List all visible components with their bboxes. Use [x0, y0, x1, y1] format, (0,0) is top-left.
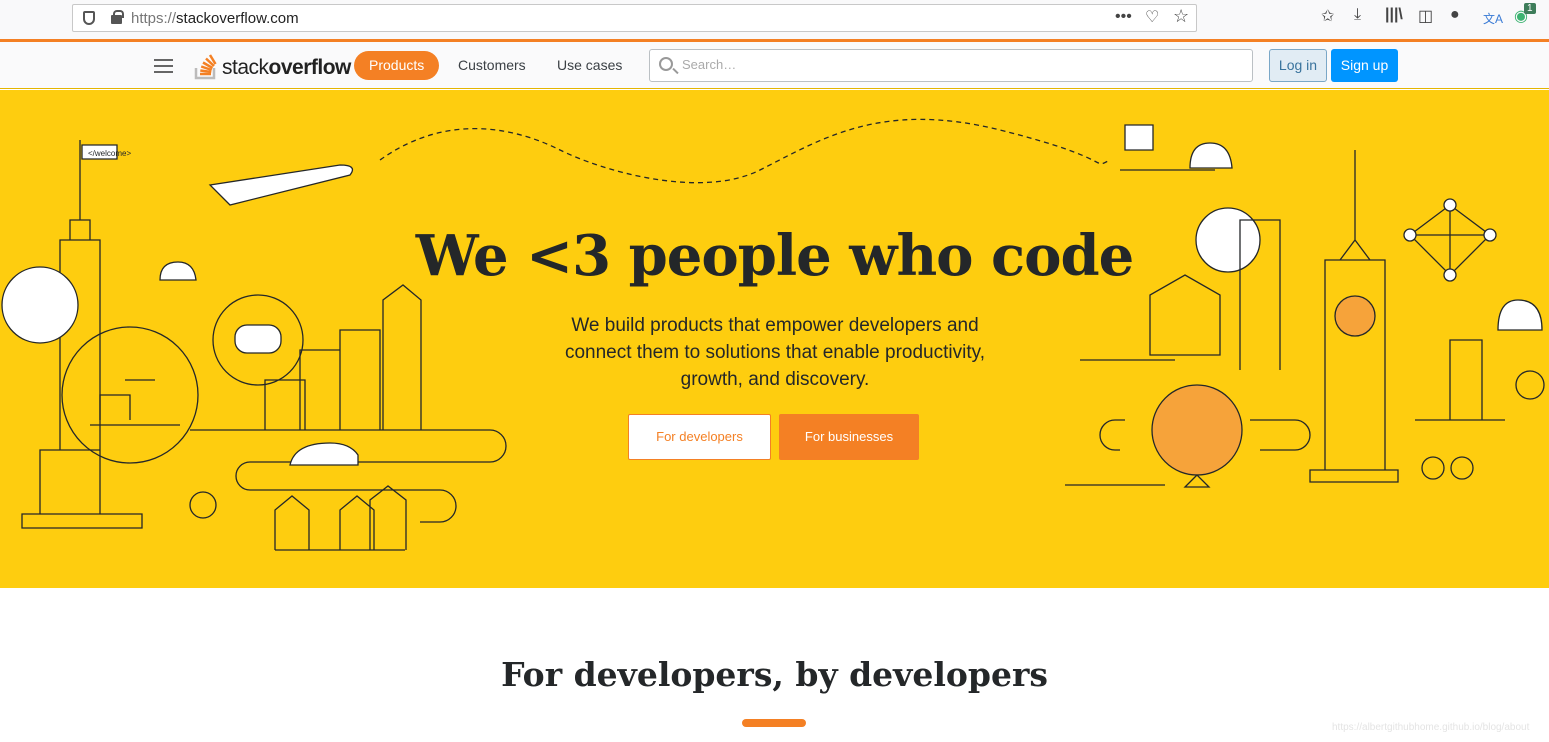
section-underline [742, 719, 806, 727]
translate-icon[interactable]: 文A [1483, 10, 1503, 27]
nav-products[interactable]: Products [354, 51, 440, 80]
extension-badge: 1 [1524, 3, 1536, 14]
stackoverflow-logo-icon [194, 54, 217, 80]
watermark: https://albertgithubhome.github.io/blog/… [1332, 722, 1530, 733]
svg-text:</welcome>: </welcome> [88, 149, 131, 158]
hero-section: </welcome> We <3 people who code We buil… [0, 90, 1549, 588]
section-title: For developers, by developers [501, 655, 1048, 694]
hero-title: We <3 people who code [415, 223, 1135, 289]
signup-button[interactable]: Sign up [1331, 49, 1398, 82]
menu-icon[interactable] [154, 59, 173, 73]
nav-use-cases[interactable]: Use cases [542, 51, 637, 80]
hero-subtitle: We build products that empower developer… [564, 315, 985, 390]
for-developers-button[interactable]: For developers [628, 414, 771, 460]
pocket-icon[interactable]: ♡ [1145, 7, 1159, 27]
address-bar[interactable]: https://stackoverflow.com ••• ♡ ☆ [72, 4, 1197, 32]
shield-icon[interactable] [83, 11, 95, 25]
top-navigation: stackoverflow Products Customers Use cas… [0, 42, 1549, 89]
login-button[interactable]: Log in [1269, 49, 1327, 82]
nav-customers[interactable]: Customers [443, 51, 541, 80]
lock-icon[interactable] [111, 10, 124, 24]
star-icon[interactable]: ☆ [1173, 6, 1189, 27]
download-icon[interactable]: ⤓ [1354, 6, 1361, 24]
library-icon[interactable]: |||\ [1385, 6, 1403, 24]
for-businesses-button[interactable]: For businesses [779, 414, 919, 460]
sidebar-icon[interactable]: ◫ [1418, 6, 1433, 26]
logo[interactable]: stackoverflow [194, 50, 351, 80]
account-icon[interactable]: ● [1450, 6, 1460, 24]
browser-toolbar: https://stackoverflow.com ••• ♡ ☆ ✩ ⤓ ||… [0, 0, 1549, 39]
search-box [649, 49, 1253, 82]
search-input[interactable] [682, 57, 1242, 72]
bookmarks-icon[interactable]: ✩ [1321, 6, 1334, 26]
more-icon[interactable]: ••• [1115, 8, 1132, 26]
search-icon [659, 57, 673, 71]
url-text[interactable]: https://stackoverflow.com [131, 10, 299, 27]
